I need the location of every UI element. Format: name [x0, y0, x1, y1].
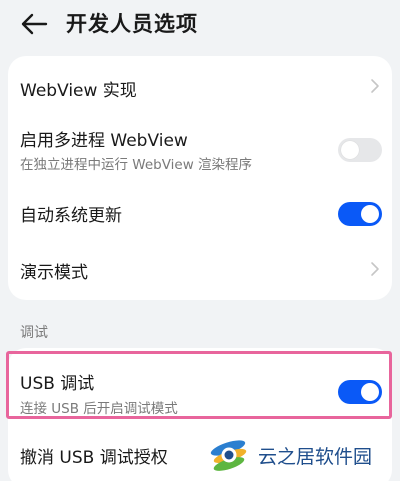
settings-card-webview: WebView 实现 启用多进程 WebView 在独立进程中运行 WebVie… — [8, 56, 392, 300]
webview-implementation-label: WebView 实现 — [20, 81, 137, 101]
watermark-logo-icon — [210, 440, 247, 471]
chevron-right-icon — [371, 262, 379, 276]
toggle-knob — [341, 141, 359, 159]
usb-debugging-toggle[interactable] — [338, 380, 382, 404]
auto-system-update-row[interactable]: 自动系统更新 — [8, 186, 392, 242]
toggle-knob — [361, 383, 379, 401]
usb-debugging-row[interactable]: USB 调试 连接 USB 后开启调试模式 — [8, 348, 392, 422]
developer-options-screen: 开发人员选项 WebView 实现 启用多进程 WebView 在独立进程中运行… — [0, 0, 400, 481]
toggle-knob — [361, 205, 379, 223]
back-arrow-icon — [21, 13, 48, 35]
page-title: 开发人员选项 — [66, 12, 198, 36]
demo-mode-row[interactable]: 演示模式 — [8, 242, 392, 300]
auto-system-update-label: 自动系统更新 — [20, 206, 122, 226]
section-header-debug: 调试 — [20, 325, 48, 341]
back-button[interactable] — [18, 10, 50, 38]
multiprocess-webview-toggle[interactable] — [338, 138, 382, 162]
usb-debugging-label: USB 调试 — [20, 374, 95, 394]
multiprocess-webview-label: 启用多进程 WebView — [20, 131, 188, 151]
watermark-text: 云之居软件园 — [258, 446, 373, 468]
revoke-usb-authorization-label: 撤消 USB 调试授权 — [20, 448, 168, 468]
usb-debugging-description: 连接 USB 后开启调试模式 — [20, 401, 178, 417]
header: 开发人员选项 — [0, 0, 400, 50]
demo-mode-label: 演示模式 — [20, 263, 88, 283]
multiprocess-webview-description: 在独立进程中运行 WebView 渲染程序 — [20, 157, 253, 173]
chevron-right-icon — [371, 79, 379, 93]
multiprocess-webview-row[interactable]: 启用多进程 WebView 在独立进程中运行 WebView 渲染程序 — [8, 116, 392, 186]
auto-system-update-toggle[interactable] — [338, 202, 382, 226]
webview-implementation-row[interactable]: WebView 实现 — [8, 56, 392, 116]
